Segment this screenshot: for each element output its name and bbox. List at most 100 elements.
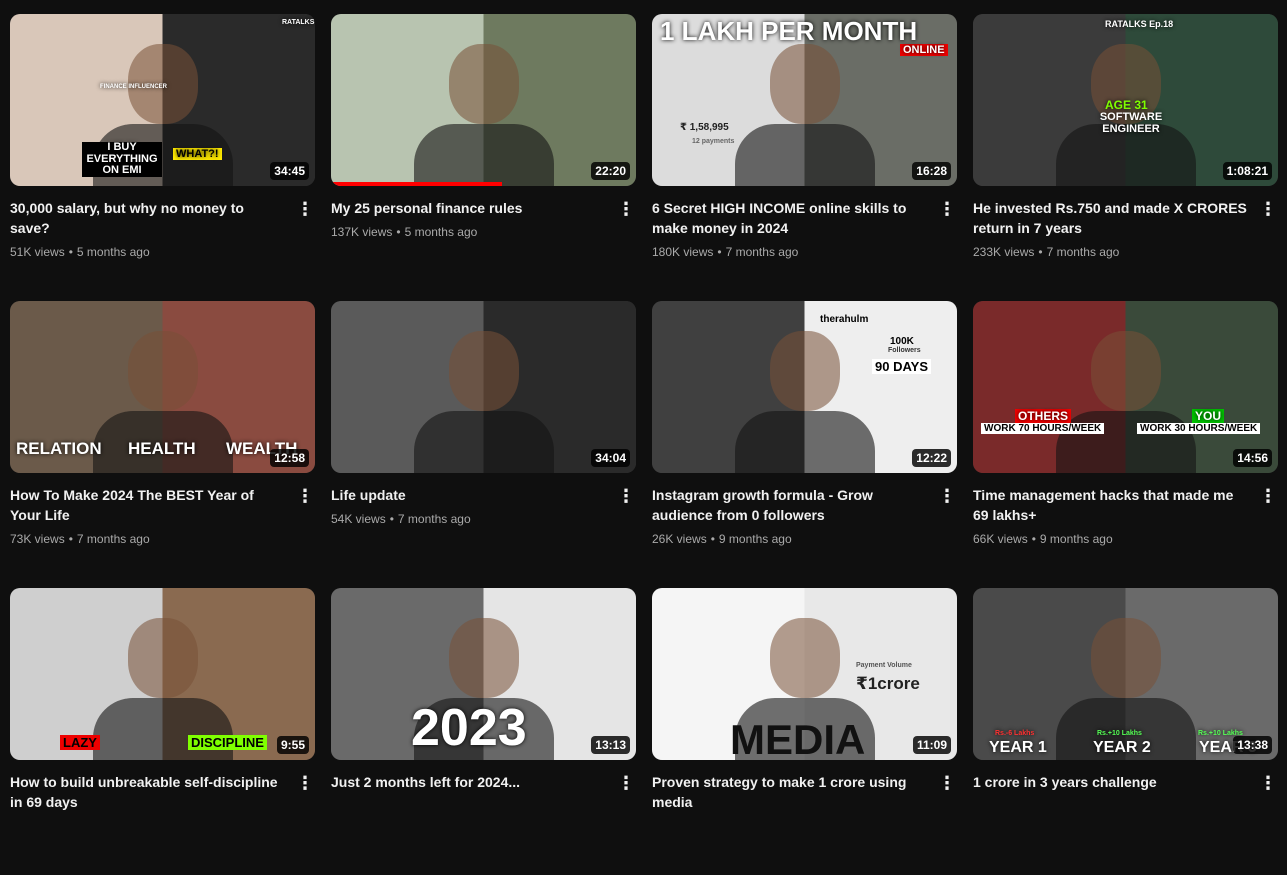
video-thumbnail[interactable]: OTHERS WORK 70 HOURS/WEEK YOU WORK 30 HOURS…	[973, 301, 1278, 473]
video-duration: 13:13	[591, 736, 630, 754]
video-card[interactable]: therahulm 100K Followers 90 DAYS 12:22 Instag…	[652, 301, 957, 588]
separator-dot: •	[68, 245, 73, 259]
video-title[interactable]: 6 Secret HIGH INCOME online skills to ma…	[652, 198, 927, 238]
video-title[interactable]: 1 crore in 3 years challenge	[973, 772, 1248, 792]
video-thumbnail[interactable]: Rs.-6 Lakhs YEAR 1 Rs.+10 Lakhs YEAR 2 Rs.+1…	[973, 588, 1278, 760]
video-card[interactable]: RELATION HEALTH WEALTH 12:58 How To Make 202…	[10, 301, 315, 588]
more-options-icon[interactable]: ⋮	[937, 200, 957, 220]
video-details: He invested Rs.750 and made X CRORES ret…	[973, 186, 1278, 260]
thumbnail-caption: HEALTH	[128, 439, 196, 458]
more-options-icon[interactable]: ⋮	[295, 487, 315, 507]
thumbnail-caption: LAZY	[60, 735, 100, 750]
video-details: My 25 personal finance rules 137K views • 5…	[331, 186, 636, 240]
video-title[interactable]: He invested Rs.750 and made X CRORES ret…	[973, 198, 1248, 238]
video-card[interactable]: 22:20 My 25 personal finance rules 137K vi…	[331, 14, 636, 301]
more-options-icon[interactable]: ⋮	[1258, 774, 1278, 794]
separator-dot: •	[68, 532, 73, 546]
video-stats: 26K views • 9 months ago	[652, 531, 927, 547]
person-figure	[1090, 331, 1161, 411]
thumbnail-caption: RATALKS Ep.18	[1105, 19, 1174, 29]
video-thumbnail[interactable]: therahulm 100K Followers 90 DAYS 12:22	[652, 301, 957, 473]
video-details: 1 crore in 3 years challenge ⋮	[973, 760, 1278, 792]
person-figure	[127, 331, 198, 411]
thumbnail-caption: 12 payments	[692, 138, 735, 145]
more-options-icon[interactable]: ⋮	[937, 487, 957, 507]
more-options-icon[interactable]: ⋮	[1258, 487, 1278, 507]
person-figure	[448, 44, 519, 124]
more-options-icon[interactable]: ⋮	[937, 774, 957, 794]
video-thumbnail[interactable]: 2023 13:13	[331, 588, 636, 760]
video-thumbnail[interactable]: RATALKS Ep.18 AGE 31 SOFTWARE ENGINEER 1:08…	[973, 14, 1278, 186]
thumbnail-caption: ₹1crore	[856, 674, 920, 693]
person-figure	[127, 618, 198, 698]
video-thumbnail[interactable]: RELATION HEALTH WEALTH 12:58	[10, 301, 315, 473]
video-details: Just 2 months left for 2024... ⋮	[331, 760, 636, 792]
more-options-icon[interactable]: ⋮	[616, 487, 636, 507]
video-thumbnail[interactable]: LAZY DISCIPLINE 9:55	[10, 588, 315, 760]
thumbnail-caption: I BUY EVERYTHING ON EMI	[82, 141, 162, 177]
video-title[interactable]: How to build unbreakable self-discipline…	[10, 772, 285, 812]
thumbnail-caption: 1 LAKH PER MONTH	[660, 16, 918, 46]
upload-age: 7 months ago	[76, 532, 150, 546]
video-thumbnail[interactable]: 34:04	[331, 301, 636, 473]
separator-dot: •	[389, 512, 394, 526]
video-details: 6 Secret HIGH INCOME online skills to ma…	[652, 186, 957, 260]
person-figure	[448, 331, 519, 411]
video-title[interactable]: How To Make 2024 The BEST Year of Your L…	[10, 485, 285, 525]
thumbnail-caption: Followers	[888, 347, 921, 354]
video-title[interactable]: My 25 personal finance rules	[331, 198, 606, 218]
video-stats: 180K views • 7 months ago	[652, 244, 927, 260]
video-stats: 137K views • 5 months ago	[331, 224, 606, 240]
person-body	[413, 124, 554, 186]
video-title[interactable]: 30,000 salary, but why no money to save?	[10, 198, 285, 238]
thumbnail-caption: WHAT?!	[173, 148, 222, 160]
video-card[interactable]: 34:04 Life update 54K views • 7 months ago ⋮	[331, 301, 636, 588]
view-count: 54K views	[331, 512, 386, 526]
video-stats: 54K views • 7 months ago	[331, 511, 606, 527]
video-stats: 66K views • 9 months ago	[973, 531, 1248, 547]
more-options-icon[interactable]: ⋮	[295, 200, 315, 220]
thumbnail-caption: WORK 70 HOURS/WEEK	[981, 423, 1105, 434]
person-body	[734, 124, 875, 186]
upload-age: 9 months ago	[718, 532, 792, 546]
thumbnail-caption: 2023	[411, 699, 527, 757]
video-card[interactable]: 2023 13:13 Just 2 months left for 2024... ⋮	[331, 588, 636, 875]
video-title[interactable]: Life update	[331, 485, 606, 505]
thumbnail-caption: Rs.-6 Lakhs	[995, 730, 1035, 737]
thumbnail-caption: 90 DAYS	[872, 359, 931, 374]
separator-dot: •	[1031, 532, 1036, 546]
video-details: Proven strategy to make 1 crore using me…	[652, 760, 957, 812]
video-card[interactable]: 1 LAKH PER MONTH ONLINE ₹ 1,58,995 12 payme…	[652, 14, 957, 301]
video-details: How to build unbreakable self-discipline…	[10, 760, 315, 812]
video-card[interactable]: I BUY EVERYTHING ON EMI WHAT?! RATALKS Ep.…	[10, 14, 315, 301]
video-thumbnail[interactable]: MEDIA Payment Volume ₹1crore 11:09	[652, 588, 957, 760]
video-title[interactable]: Proven strategy to make 1 crore using me…	[652, 772, 927, 812]
video-duration: 13:38	[1233, 736, 1272, 754]
more-options-icon[interactable]: ⋮	[1258, 200, 1278, 220]
video-details: Time management hacks that made me 69 la…	[973, 473, 1278, 547]
video-card[interactable]: OTHERS WORK 70 HOURS/WEEK YOU WORK 30 HOURS…	[973, 301, 1278, 588]
thumbnail-caption: YOU	[1192, 409, 1225, 423]
thumbnail-caption: ₹ 1,58,995	[680, 122, 729, 133]
video-title[interactable]: Instagram growth formula - Grow audience…	[652, 485, 927, 525]
video-title[interactable]: Time management hacks that made me 69 la…	[973, 485, 1248, 525]
video-card[interactable]: RATALKS Ep.18 AGE 31 SOFTWARE ENGINEER 1:08…	[973, 14, 1278, 301]
more-options-icon[interactable]: ⋮	[616, 774, 636, 794]
video-card[interactable]: Rs.-6 Lakhs YEAR 1 Rs.+10 Lakhs YEAR 2 Rs.+1…	[973, 588, 1278, 875]
video-duration: 22:20	[591, 162, 630, 180]
video-card[interactable]: LAZY DISCIPLINE 9:55 How to build unbreakab…	[10, 588, 315, 875]
video-details: How To Make 2024 The BEST Year of Your L…	[10, 473, 315, 547]
more-options-icon[interactable]: ⋮	[616, 200, 636, 220]
video-title[interactable]: Just 2 months left for 2024...	[331, 772, 606, 792]
upload-age: 7 months ago	[397, 512, 471, 526]
video-details: 30,000 salary, but why no money to save?…	[10, 186, 315, 260]
video-thumbnail[interactable]: 22:20	[331, 14, 636, 186]
upload-age: 5 months ago	[404, 225, 478, 239]
video-card[interactable]: MEDIA Payment Volume ₹1crore 11:09 Proven st…	[652, 588, 957, 875]
video-thumbnail[interactable]: I BUY EVERYTHING ON EMI WHAT?! RATALKS Ep.…	[10, 14, 315, 186]
more-options-icon[interactable]: ⋮	[295, 774, 315, 794]
separator-dot: •	[396, 225, 401, 239]
view-count: 73K views	[10, 532, 65, 546]
thumbnail-caption: ONLINE	[900, 44, 948, 56]
video-thumbnail[interactable]: 1 LAKH PER MONTH ONLINE ₹ 1,58,995 12 payme…	[652, 14, 957, 186]
